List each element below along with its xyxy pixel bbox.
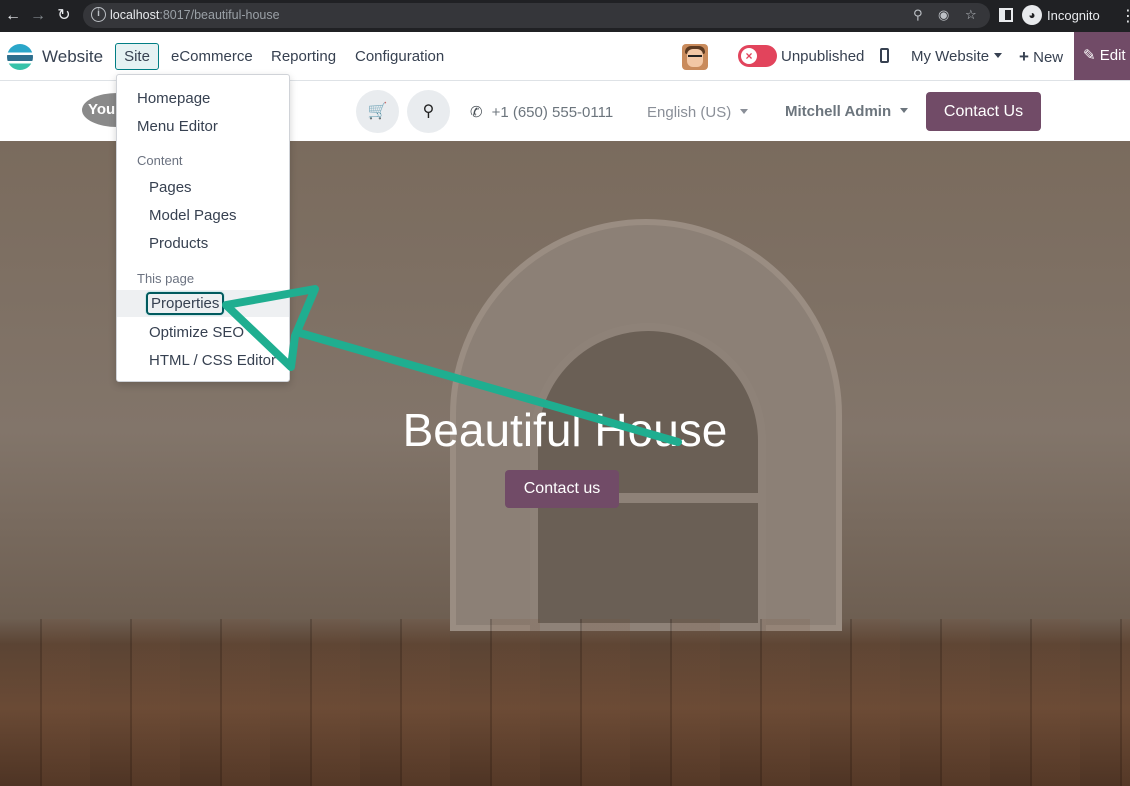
hero-contact-button[interactable]: Contact us bbox=[505, 470, 619, 508]
app-name[interactable]: Website bbox=[42, 47, 103, 67]
hero-background-floor bbox=[0, 619, 1130, 786]
publish-status-label[interactable]: Unpublished bbox=[781, 48, 864, 65]
caret-down-icon bbox=[994, 52, 1003, 58]
info-icon[interactable]: i bbox=[91, 7, 106, 22]
url-text: localhost:8017/beautiful-house bbox=[110, 8, 280, 22]
pencil-icon: ✎ bbox=[1083, 47, 1096, 64]
publish-toggle[interactable]: × bbox=[738, 45, 777, 67]
forward-arrow-icon[interactable]: → bbox=[28, 6, 48, 26]
browser-toolbar: ← → ↻ i localhost:8017/beautiful-house ⚲… bbox=[0, 0, 1130, 32]
close-icon: × bbox=[741, 48, 757, 64]
menu-item-menu-editor[interactable]: Menu Editor bbox=[117, 113, 289, 140]
caret-down-icon bbox=[900, 107, 909, 113]
section-header-this-page: This page bbox=[137, 271, 195, 286]
eye-off-icon[interactable]: ◉ bbox=[938, 7, 949, 23]
user-menu[interactable]: Mitchell Admin bbox=[785, 103, 909, 120]
contact-us-button[interactable]: Contact Us bbox=[926, 92, 1041, 131]
menu-configuration[interactable]: Configuration bbox=[355, 48, 444, 65]
phone-icon: ✆ bbox=[470, 104, 483, 121]
odoo-website-logo-icon[interactable] bbox=[7, 44, 33, 70]
language-selector[interactable]: English (US) bbox=[647, 104, 749, 121]
phone-link[interactable]: ✆ +1 (650) 555-0111 bbox=[470, 103, 613, 121]
section-header-content: Content bbox=[137, 153, 183, 168]
mobile-preview-icon[interactable] bbox=[880, 48, 889, 63]
edit-button[interactable]: ✎ Edit bbox=[1074, 32, 1130, 80]
menu-item-optimize-seo[interactable]: Optimize SEO bbox=[117, 319, 289, 346]
plus-icon: + bbox=[1019, 47, 1029, 66]
incognito-icon: ◕ bbox=[1022, 5, 1042, 25]
menu-reporting[interactable]: Reporting bbox=[271, 48, 336, 65]
back-arrow-icon[interactable]: ← bbox=[3, 6, 23, 26]
side-panel-icon[interactable] bbox=[999, 8, 1013, 22]
star-icon[interactable]: ☆ bbox=[965, 7, 977, 23]
site-dropdown-menu: Homepage Menu Editor Content Pages Model… bbox=[116, 74, 290, 382]
menu-item-model-pages[interactable]: Model Pages bbox=[117, 202, 289, 229]
menu-site[interactable]: Site bbox=[115, 43, 159, 70]
menu-item-products[interactable]: Products bbox=[117, 230, 289, 257]
user-avatar[interactable] bbox=[682, 44, 708, 70]
menu-item-pages[interactable]: Pages bbox=[117, 174, 289, 201]
cart-icon[interactable]: 🛒 bbox=[356, 90, 399, 133]
website-selector[interactable]: My Website bbox=[911, 48, 1003, 65]
hero-title: Beautiful House bbox=[402, 404, 728, 456]
reload-icon[interactable]: ↻ bbox=[54, 6, 74, 26]
profile-label: Incognito bbox=[1047, 8, 1100, 23]
zoom-icon[interactable]: ⚲ bbox=[913, 7, 923, 23]
menu-ecommerce[interactable]: eCommerce bbox=[171, 48, 253, 65]
address-bar[interactable]: i localhost:8017/beautiful-house ⚲ ◉ ☆ bbox=[83, 3, 990, 28]
search-icon[interactable]: ⚲ bbox=[407, 90, 450, 133]
caret-down-icon bbox=[740, 108, 749, 114]
menu-item-properties[interactable]: Properties bbox=[117, 290, 289, 317]
kebab-menu-icon[interactable]: ⋮ bbox=[1120, 6, 1130, 26]
new-button[interactable]: + New bbox=[1019, 47, 1063, 67]
menu-item-html-css-editor[interactable]: HTML / CSS Editor bbox=[117, 347, 289, 374]
menu-item-homepage[interactable]: Homepage bbox=[117, 85, 289, 112]
